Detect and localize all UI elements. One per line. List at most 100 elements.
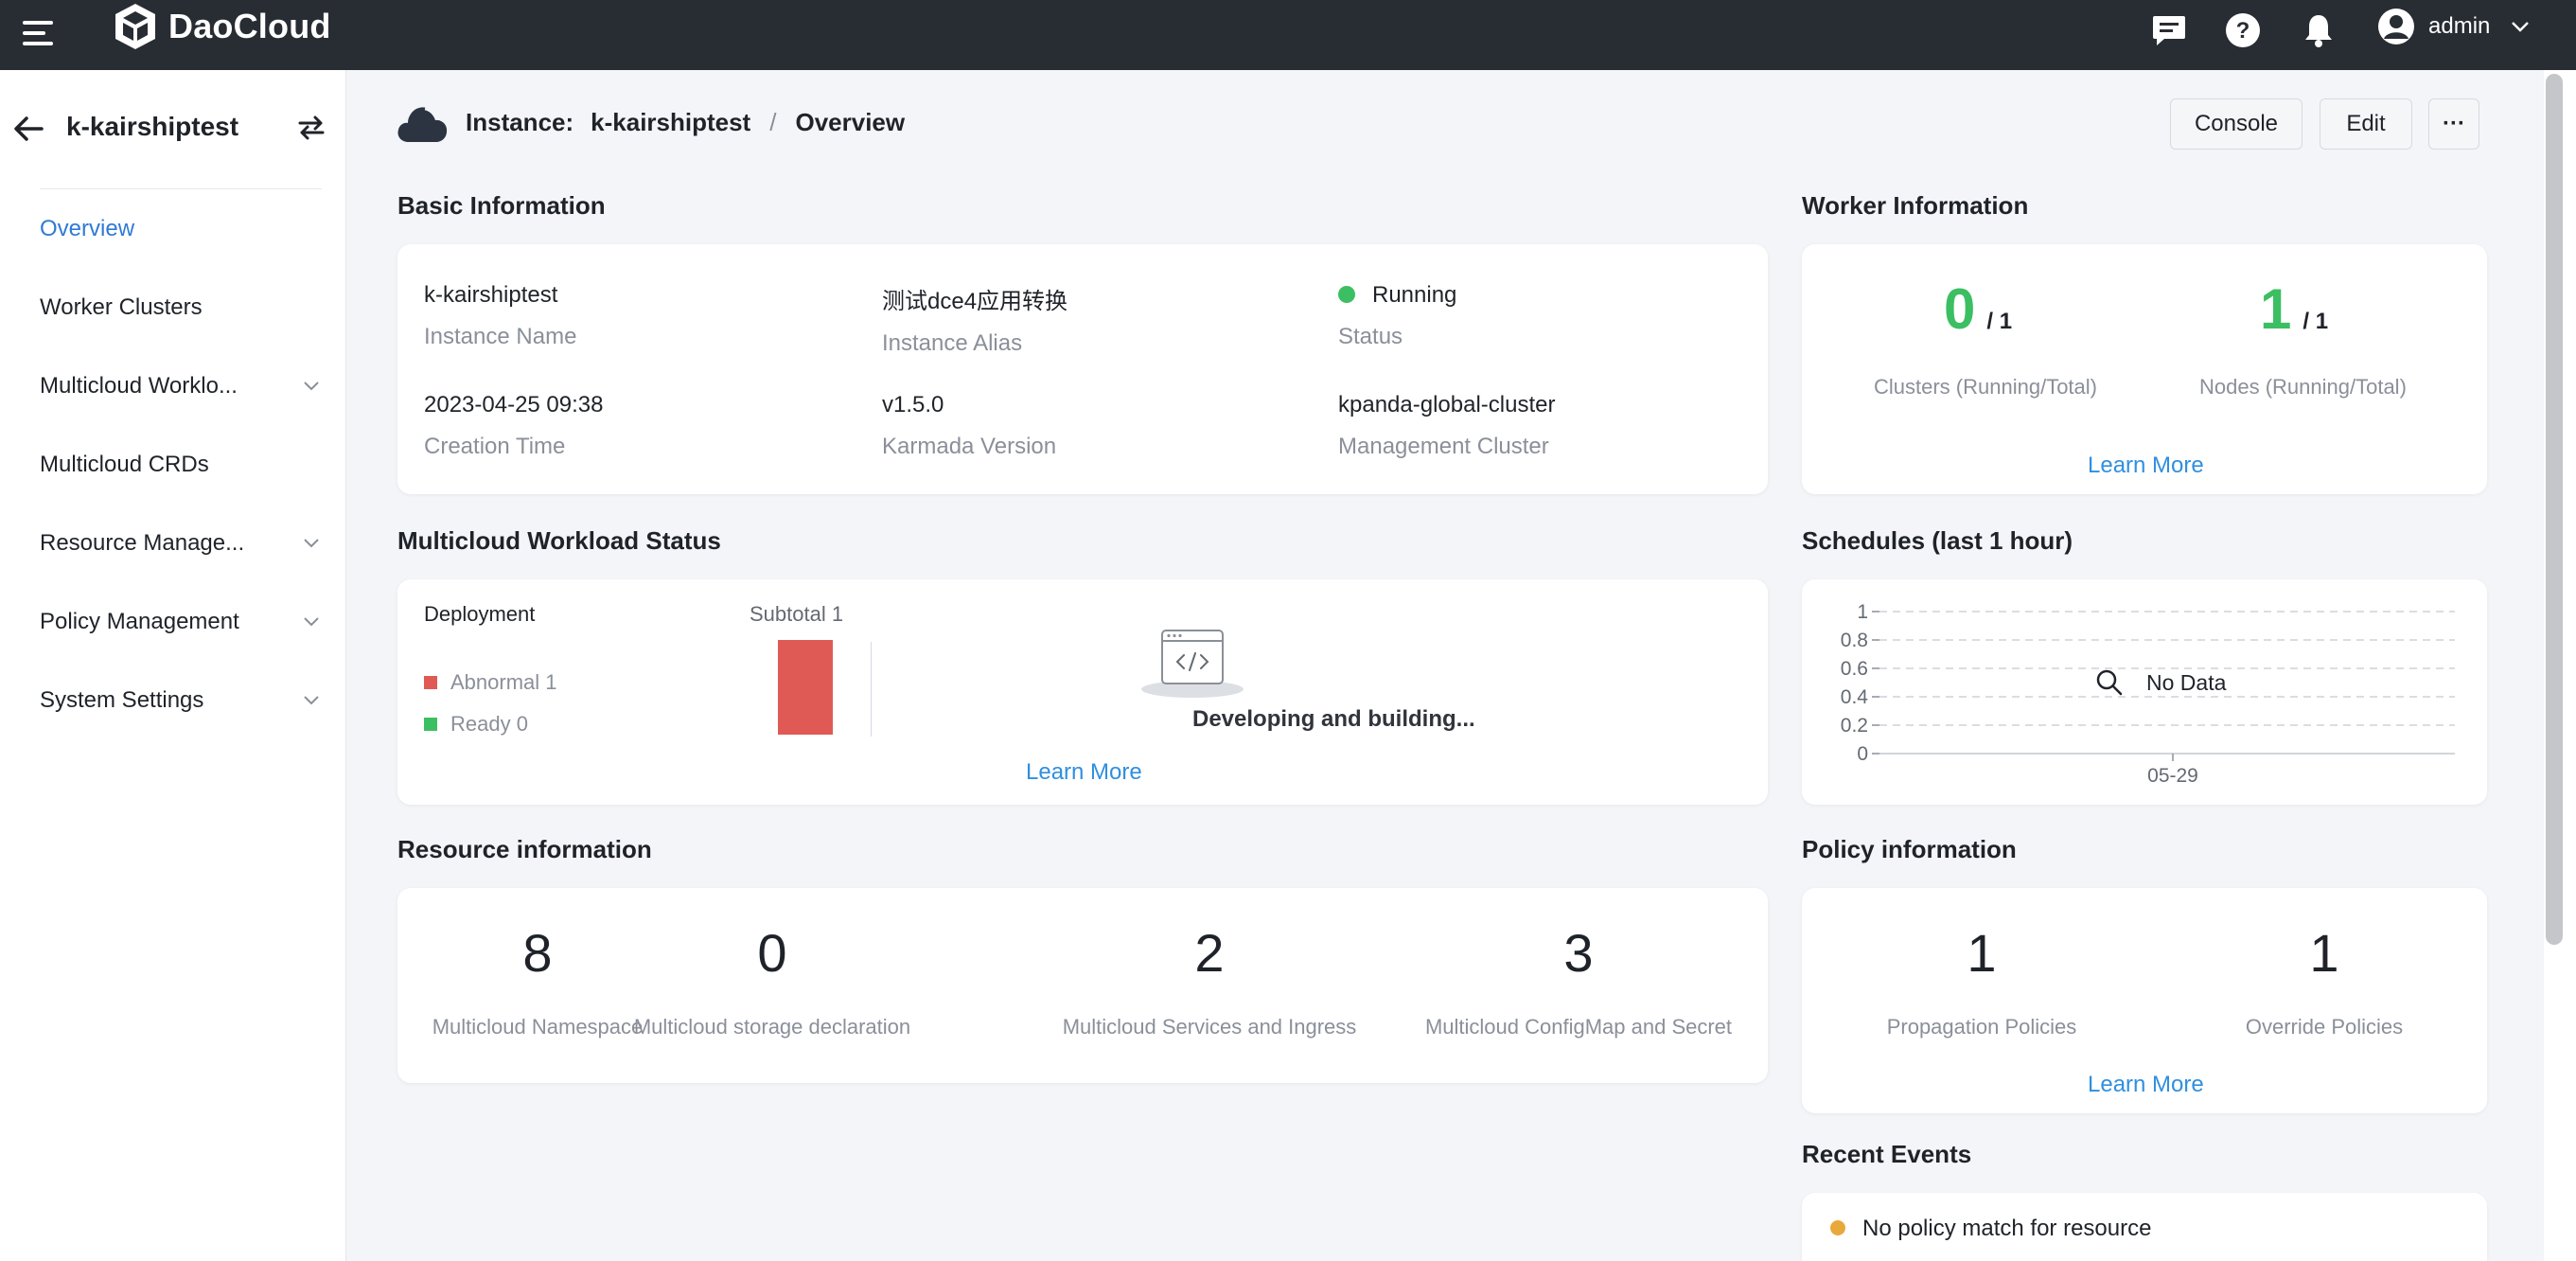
- daocloud-logo-icon: [115, 4, 155, 49]
- karmada-version-label: Karmada Version: [882, 434, 1057, 459]
- bar-divider: [871, 642, 872, 737]
- policy-info-card: 1 Propagation Policies 1 Override Polici…: [1802, 888, 2487, 1113]
- workload-learn-more-link[interactable]: Learn More: [1026, 759, 1142, 786]
- creation-time-value: 2023-04-25 09:38: [424, 392, 604, 417]
- top-bar: DaoCloud ? admin: [0, 0, 2576, 70]
- page-header: Instance: k-kairshiptest / Overview Cons…: [346, 97, 2544, 163]
- resource-label: Multicloud storage declaration: [633, 1015, 911, 1039]
- karmada-version-field: v1.5.0 Karmada Version: [882, 392, 1056, 460]
- notification-bell-icon[interactable]: [2300, 11, 2338, 49]
- nodes-label: Nodes (Running/Total): [2199, 375, 2407, 399]
- instance-alias-value: 测试dce4应用转换: [882, 289, 1068, 314]
- console-button[interactable]: Console: [2170, 98, 2303, 150]
- management-cluster-field: kpanda-global-cluster Management Cluster: [1338, 392, 1555, 460]
- breadcrumb-instance[interactable]: k-kairshiptest: [591, 108, 750, 137]
- policy-learn-more-link[interactable]: Learn More: [2088, 1072, 2204, 1098]
- management-cluster-value: kpanda-global-cluster: [1338, 392, 1556, 417]
- brand-name: DaoCloud: [168, 7, 331, 45]
- abnormal-bar: [778, 640, 833, 735]
- instance-name-field: k-kairshiptest Instance Name: [424, 282, 576, 350]
- instance-alias-label: Instance Alias: [882, 330, 1023, 356]
- nodes-stat: 1 / 1: [2260, 276, 2328, 342]
- switch-instance-icon[interactable]: [295, 112, 327, 144]
- scrollbar-thumb[interactable]: [2546, 74, 2563, 945]
- search-icon: [2096, 669, 2123, 696]
- developing-text: Developing and building...: [1192, 706, 1475, 732]
- sidebar: k-kairshiptest Overview Worker Clusters …: [0, 70, 346, 1261]
- worker-info-card: 0 / 1 Clusters (Running/Total) 1 / 1 Nodes…: [1802, 244, 2487, 494]
- chevron-down-icon: [304, 617, 319, 627]
- legend-abnormal-label: Abnormal 1: [450, 670, 557, 694]
- chevron-down-icon: [304, 696, 319, 705]
- chevron-down-icon: [304, 382, 319, 391]
- y-axis-tick-label: 0.8: [1841, 630, 1868, 651]
- resource-label: Multicloud ConfigMap and Secret: [1424, 1015, 1733, 1039]
- instance-title: k-kairshiptest: [66, 112, 239, 141]
- avatar-icon: [2378, 9, 2414, 44]
- breadcrumb-separator: /: [769, 108, 777, 136]
- clusters-label: Clusters (Running/Total): [1874, 375, 2097, 399]
- instance-alias-field: 测试dce4应用转换 Instance Alias: [882, 282, 1067, 357]
- y-axis-tick-label: 0.6: [1841, 658, 1868, 680]
- instance-name-label: Instance Name: [424, 324, 577, 349]
- user-menu[interactable]: admin: [2377, 8, 2530, 45]
- legend-abnormal-swatch: [424, 676, 437, 689]
- y-axis-tick-label: 0.4: [1841, 686, 1869, 708]
- developing-placeholder-icon: [1141, 630, 1244, 698]
- x-axis-tick-label: 05-29: [2147, 765, 2198, 787]
- breadcrumb: Instance: k-kairshiptest / Overview: [466, 108, 905, 137]
- event-item[interactable]: No policy match for resource: [1830, 1216, 2151, 1242]
- message-icon[interactable]: [2150, 11, 2188, 49]
- policy-info-title: Policy information: [1802, 835, 2017, 863]
- y-axis-tick-label: 1: [1857, 601, 1868, 623]
- sidebar-item-system-settings[interactable]: System Settings: [0, 661, 346, 739]
- instance-name-value: k-kairshiptest: [424, 282, 558, 308]
- recent-events-card: No policy match for resource: [1802, 1193, 2487, 1261]
- sidebar-item-overview[interactable]: Overview: [0, 189, 346, 268]
- legend-ready: Ready 0: [424, 712, 528, 737]
- edit-button[interactable]: Edit: [2320, 98, 2412, 150]
- chevron-down-icon: [304, 539, 319, 548]
- sidebar-item-resource-management[interactable]: Resource Manage...: [0, 504, 346, 582]
- resource-label: Multicloud Services and Ingress: [1062, 1015, 1357, 1039]
- more-actions-button[interactable]: ···: [2428, 98, 2479, 150]
- basic-info-card: k-kairshiptest Instance Name 测试dce4应用转换 …: [397, 244, 1768, 494]
- karmada-version-value: v1.5.0: [882, 392, 944, 417]
- help-icon[interactable]: ?: [2224, 11, 2262, 49]
- nodes-running: 1: [2260, 277, 2292, 341]
- event-warning-dot: [1830, 1220, 1845, 1235]
- workload-kind: Deployment: [424, 602, 536, 626]
- propagation-policies-count: 1: [1967, 923, 1997, 983]
- worker-info-title: Worker Information: [1802, 191, 2029, 220]
- sidebar-item-worker-clusters[interactable]: Worker Clusters: [0, 268, 346, 346]
- svg-text:?: ?: [2236, 18, 2250, 44]
- resource-count: 2: [1194, 923, 1225, 983]
- resource-count: 0: [757, 923, 787, 983]
- sidebar-menu: Overview Worker Clusters Multicloud Work…: [0, 189, 346, 739]
- no-data-text: No Data: [2146, 670, 2227, 695]
- clusters-total: / 1: [1986, 309, 2013, 334]
- sidebar-item-label: Overview: [40, 215, 135, 241]
- worker-learn-more-link[interactable]: Learn More: [2088, 453, 2204, 479]
- clusters-stat: 0 / 1: [1944, 276, 2012, 342]
- resource-count: 8: [522, 923, 553, 983]
- menu-icon[interactable]: [21, 15, 57, 51]
- sidebar-item-label: Worker Clusters: [40, 293, 203, 320]
- sidebar-item-multicloud-workloads[interactable]: Multicloud Worklo...: [0, 346, 346, 425]
- breadcrumb-current: Overview: [795, 108, 906, 136]
- back-arrow-icon[interactable]: [11, 112, 45, 146]
- schedules-title: Schedules (last 1 hour): [1802, 526, 2073, 555]
- recent-events-title: Recent Events: [1802, 1140, 1972, 1168]
- sidebar-item-policy-management[interactable]: Policy Management: [0, 582, 346, 661]
- override-policies-label: Override Policies: [2245, 1015, 2404, 1039]
- resource-info-card: 8 Multicloud Namespace 0 Multicloud stor…: [397, 888, 1768, 1083]
- brand-logo[interactable]: DaoCloud: [112, 2, 331, 51]
- creation-time-field: 2023-04-25 09:38 Creation Time: [424, 392, 604, 460]
- sidebar-item-label: Policy Management: [40, 608, 239, 634]
- sidebar-item-label: System Settings: [40, 686, 204, 713]
- nodes-total: / 1: [2303, 309, 2329, 334]
- clusters-running: 0: [1944, 277, 1976, 341]
- status-dot: [1338, 286, 1355, 303]
- management-cluster-label: Management Cluster: [1338, 434, 1549, 459]
- sidebar-item-multicloud-crds[interactable]: Multicloud CRDs: [0, 425, 346, 504]
